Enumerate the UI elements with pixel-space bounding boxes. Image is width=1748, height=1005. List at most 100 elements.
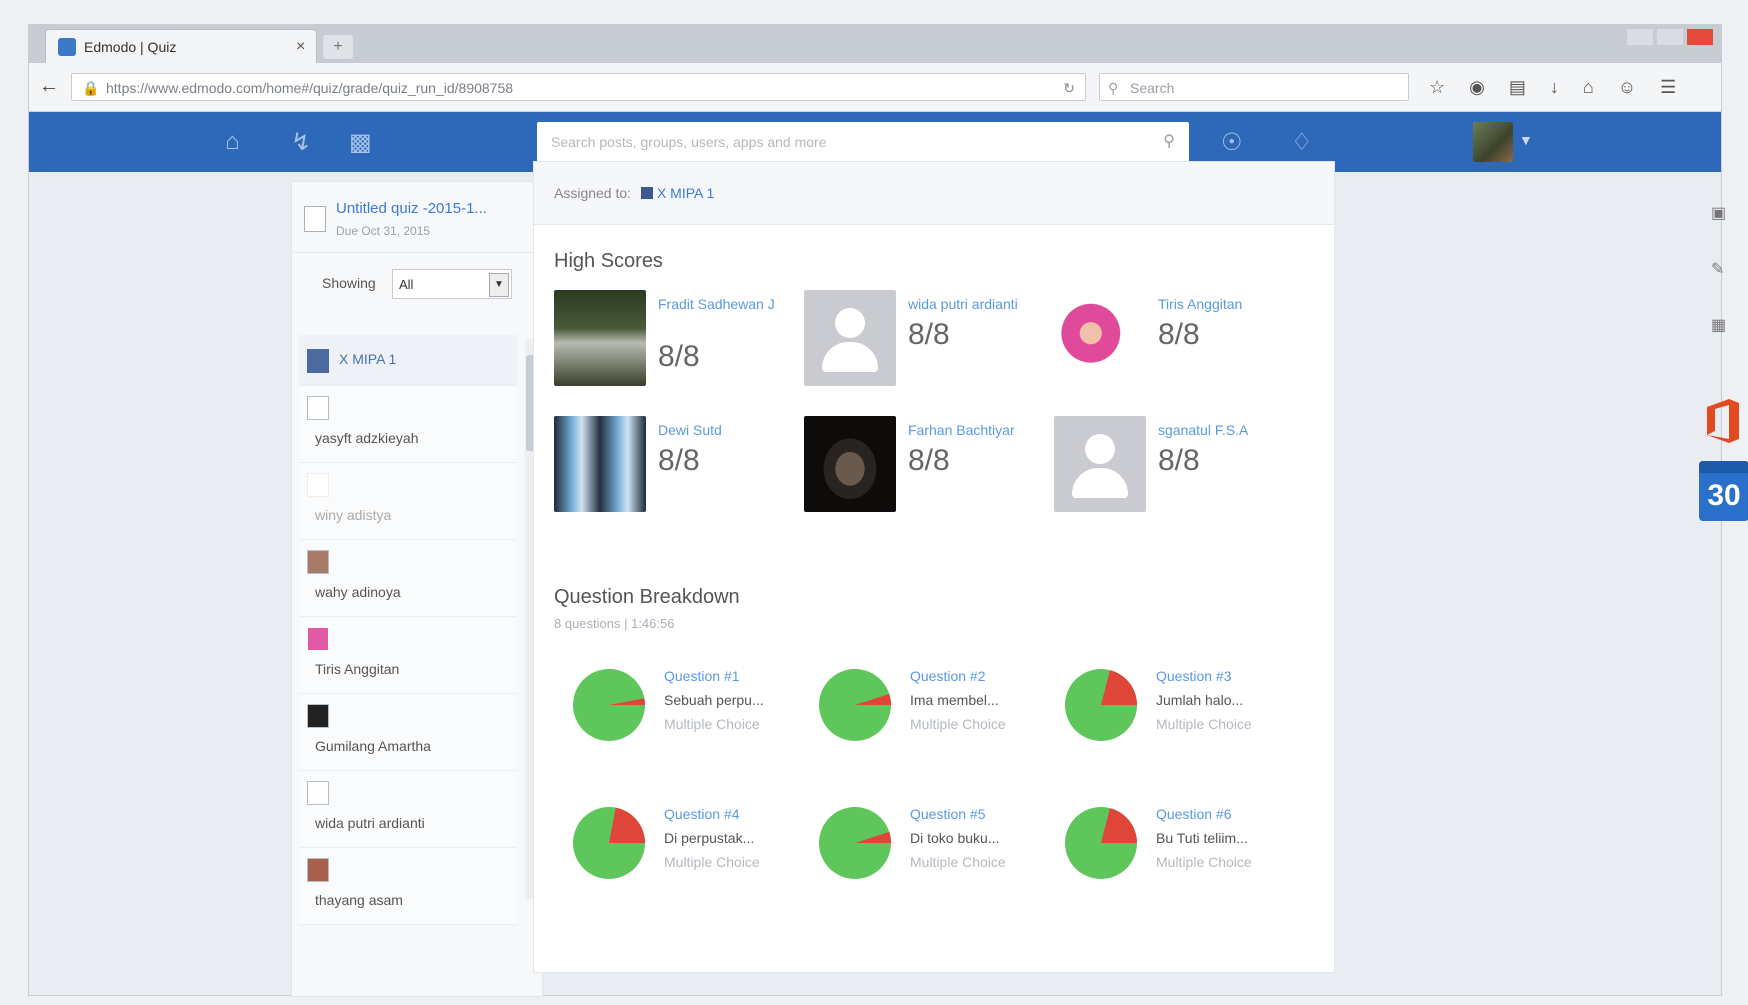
showing-label: Showing (322, 275, 376, 291)
student-name-link[interactable]: sganatul F.S.A (1158, 420, 1288, 440)
question-title-link[interactable]: Question #6 (1156, 806, 1232, 822)
question-preview: Di toko buku... (910, 830, 1000, 846)
pocket-icon[interactable]: ▤ (1509, 77, 1526, 98)
question-title-link[interactable]: Question #5 (910, 806, 986, 822)
quiz-results-panel: Assigned to: X MIPA 1 High Scores Fradit… (533, 161, 1335, 973)
question-type: Multiple Choice (1156, 854, 1252, 870)
question-type: Multiple Choice (910, 716, 1006, 732)
notification-bell-icon[interactable]: ♢ (1291, 128, 1313, 157)
student-name: Tiris Anggitan (315, 661, 400, 677)
assigned-bar: Assigned to: X MIPA 1 (534, 162, 1334, 225)
student-name: Gumilang Amartha (315, 738, 431, 754)
list-item[interactable]: wida putri ardianti (299, 771, 517, 848)
question-preview: Sebuah perpu... (664, 692, 764, 708)
score: 8/8 (1158, 318, 1200, 351)
sync-icon[interactable]: ☺ (1618, 77, 1636, 98)
address-bar[interactable]: 🔒 https://www.edmodo.com/home#/quiz/grad… (71, 73, 1086, 101)
question-card[interactable]: Question #4 Di perpustak... Multiple Cho… (554, 806, 794, 896)
question-card[interactable]: Question #5 Di toko buku... Multiple Cho… (800, 806, 1040, 896)
question-title-link[interactable]: Question #4 (664, 806, 740, 822)
list-item[interactable]: Tiris Anggitan (299, 617, 517, 694)
student-name-link[interactable]: Farhan Bachtiyar (908, 420, 1038, 440)
student-name: X MIPA 1 (339, 351, 397, 367)
quiz-due-date: Due Oct 31, 2015 (336, 224, 431, 238)
student-name-link[interactable]: Tiris Anggitan (1158, 294, 1288, 314)
high-score-card: wida putri ardianti 8/8 (804, 290, 1044, 400)
high-scores-title: High Scores (554, 250, 663, 272)
high-score-card: Farhan Bachtiyar 8/8 (804, 416, 1044, 526)
reload-icon[interactable]: ↻ (1063, 74, 1075, 102)
student-name-link[interactable]: Dewi Sutd (658, 420, 788, 440)
apps-icon[interactable]: ☉ (1221, 128, 1243, 157)
assigned-group-link[interactable]: X MIPA 1 (657, 185, 714, 201)
avatar[interactable] (554, 416, 646, 512)
avatar[interactable] (804, 416, 896, 512)
question-pie-chart (819, 807, 891, 879)
question-card[interactable]: Question #3 Jumlah halo... Multiple Choi… (1046, 668, 1286, 758)
list-item[interactable]: Gumilang Amartha (299, 694, 517, 771)
user-avatar[interactable] (1473, 122, 1513, 162)
browser-search-field[interactable]: ⚲ Search (1099, 73, 1409, 101)
avatar[interactable] (554, 290, 646, 386)
download-icon[interactable]: ↓ (1550, 77, 1559, 98)
home-icon[interactable]: ⌂ (1583, 77, 1594, 98)
back-arrow-icon[interactable]: ← (39, 75, 59, 98)
maximize-icon[interactable] (1657, 29, 1683, 45)
student-name-link[interactable]: wida putri ardianti (908, 294, 1038, 314)
edmodo-favicon-icon (58, 38, 76, 56)
bookmark-star-icon[interactable]: ☆ (1429, 77, 1445, 98)
browser-navbar: ← 🔒 https://www.edmodo.com/home#/quiz/gr… (29, 63, 1721, 112)
calendar-small-icon[interactable]: ▣ (1711, 203, 1729, 222)
url-text: https://www.edmodo.com/home#/quiz/grade/… (106, 80, 514, 96)
question-card[interactable]: Question #2 Ima membel... Multiple Choic… (800, 668, 1040, 758)
list-item[interactable]: wahy adinoya (299, 540, 517, 617)
student-name-link[interactable]: Fradit Sadhewan J (658, 294, 788, 314)
reader-icon[interactable]: ◉ (1469, 77, 1485, 98)
avatar[interactable] (1054, 290, 1146, 386)
question-title-link[interactable]: Question #3 (1156, 668, 1232, 684)
minimize-icon[interactable] (1627, 29, 1653, 45)
menu-icon[interactable]: ☰ (1660, 77, 1676, 98)
avatar (307, 704, 329, 728)
calendar-app-icon[interactable]: 30 (1699, 461, 1748, 521)
office-icon[interactable] (1703, 397, 1743, 445)
home-icon[interactable]: ⌂ (225, 128, 240, 156)
browser-toolbar: ☆ ◉ ▤ ↓ ⌂ ☺ ☰ (1429, 77, 1676, 98)
quiz-title[interactable]: Untitled quiz -2015-1... (336, 200, 487, 217)
browser-tab[interactable]: Edmodo | Quiz × (45, 29, 317, 64)
question-type: Multiple Choice (910, 854, 1006, 870)
pencil-icon[interactable]: ✎ (1711, 259, 1729, 278)
backpack-icon[interactable]: ▩ (349, 128, 372, 157)
student-name: yasyft adzkieyah (315, 430, 419, 446)
grid-icon[interactable]: ▦ (1711, 315, 1729, 334)
tab-title: Edmodo | Quiz (84, 39, 177, 55)
question-card[interactable]: Question #1 Sebuah perpu... Multiple Cho… (554, 668, 794, 758)
window-controls (1627, 29, 1713, 45)
new-tab-button[interactable]: + (323, 35, 353, 59)
question-preview: Di perpustak... (664, 830, 755, 846)
avatar[interactable] (804, 290, 896, 386)
question-pie-chart (1065, 669, 1137, 741)
chevron-down-icon[interactable]: ▼ (489, 273, 509, 297)
question-title-link[interactable]: Question #2 (910, 668, 986, 684)
browser-window: Edmodo | Quiz × + ← 🔒 https://www.edmodo… (28, 24, 1748, 997)
score: 8/8 (908, 318, 950, 351)
list-item[interactable]: thayang asam (299, 848, 517, 925)
window-close-icon[interactable] (1687, 29, 1713, 45)
avatar[interactable] (1054, 416, 1146, 512)
list-item[interactable]: yasyft adzkieyah (299, 386, 517, 463)
question-title-link[interactable]: Question #1 (664, 668, 740, 684)
avatar (307, 473, 329, 497)
question-pie-chart (1065, 807, 1137, 879)
search-icon[interactable]: ⚲ (1163, 122, 1175, 162)
tab-close-icon[interactable]: × (296, 38, 316, 56)
list-item[interactable]: X MIPA 1 (299, 335, 517, 386)
chevron-down-icon[interactable]: ▼ (1519, 132, 1533, 148)
question-type: Multiple Choice (1156, 716, 1252, 732)
activity-icon[interactable]: ↯ (291, 128, 311, 157)
list-item[interactable]: winy adistya (299, 463, 517, 540)
showing-select[interactable]: All ▼ (392, 269, 512, 299)
app-search-input[interactable]: Search posts, groups, users, apps and mo… (537, 122, 1189, 162)
question-pie-chart (573, 669, 645, 741)
question-card[interactable]: Question #6 Bu Tuti teliim... Multiple C… (1046, 806, 1286, 896)
